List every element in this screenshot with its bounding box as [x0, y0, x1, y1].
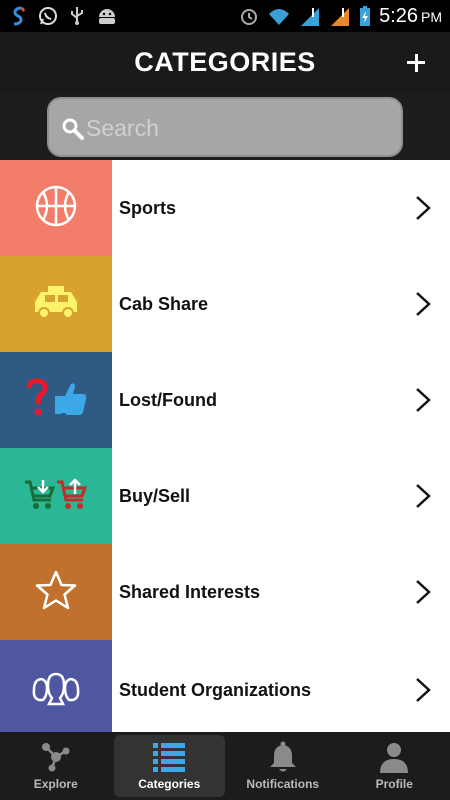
chevron-right-icon	[415, 387, 431, 418]
chevron-right-icon	[415, 195, 431, 226]
basketball-icon	[34, 184, 78, 233]
status-right-icons: 5:26 PM	[239, 3, 442, 29]
category-tile	[0, 160, 112, 256]
search-area	[0, 94, 450, 160]
header: CATEGORIES	[0, 32, 450, 94]
search-input[interactable]	[86, 112, 386, 144]
category-row-sports[interactable]: Sports	[0, 160, 450, 256]
nav-categories[interactable]: Categories	[113, 735, 225, 797]
nav-label: Explore	[33, 777, 78, 791]
category-label: Lost/Found	[119, 389, 217, 410]
nav-label: Categories	[138, 777, 201, 791]
category-row-student-organizations[interactable]: Student Organizations	[0, 640, 450, 732]
search-icon	[61, 117, 85, 146]
category-label: Shared Interests	[119, 581, 261, 602]
star-icon	[34, 569, 78, 616]
people-group-icon	[30, 670, 82, 711]
alarm-icon	[239, 6, 259, 26]
category-row-lost-found[interactable]: Lost/Found	[0, 352, 450, 448]
network-icon	[40, 741, 72, 776]
category-list: Sports Cab Share Lost/Found Buy/Sell Sha…	[0, 160, 450, 732]
chevron-right-icon	[415, 291, 431, 322]
category-row-cab-share[interactable]: Cab Share	[0, 256, 450, 352]
usb-icon	[70, 6, 84, 26]
page-title: CATEGORIES	[134, 47, 316, 77]
list-icon	[152, 741, 186, 776]
category-label: Cab Share	[119, 293, 209, 314]
whatsapp-icon	[38, 6, 58, 26]
bottom-nav: Explore Categories Notifications Profile	[0, 732, 450, 800]
chevron-right-icon	[415, 483, 431, 514]
app-icon	[10, 6, 26, 26]
nav-profile[interactable]: Profile	[339, 732, 450, 800]
nav-label: Profile	[375, 777, 413, 791]
category-row-shared-interests[interactable]: Shared Interests	[0, 544, 450, 640]
chevron-right-icon	[415, 677, 431, 708]
category-tile	[0, 256, 112, 352]
chevron-right-icon	[415, 579, 431, 610]
bell-icon	[268, 741, 298, 776]
nav-notifications[interactable]: Notifications	[227, 732, 339, 800]
status-left-icons	[10, 4, 118, 28]
nav-explore[interactable]: Explore	[0, 732, 112, 800]
taxi-icon	[31, 284, 81, 325]
person-icon	[378, 741, 410, 776]
signal-icon	[329, 5, 351, 27]
category-label: Sports	[119, 197, 177, 218]
wifi-icon	[267, 6, 291, 26]
status-bar: 5:26 PM	[0, 0, 450, 32]
android-icon	[96, 6, 118, 26]
status-time: 5:26 PM	[379, 4, 442, 27]
nav-label: Notifications	[246, 777, 320, 791]
battery-charging-icon	[359, 5, 371, 27]
category-tile	[0, 544, 112, 640]
category-label: Buy/Sell	[119, 485, 191, 506]
category-label: Student Organizations	[119, 679, 312, 700]
category-tile	[0, 352, 112, 448]
add-category-button[interactable]	[400, 46, 432, 78]
category-tile	[0, 448, 112, 544]
category-row-buy-sell[interactable]: Buy/Sell	[0, 448, 450, 544]
question-thumbs-up-icon	[23, 377, 89, 423]
search-box[interactable]	[47, 97, 403, 157]
category-tile	[0, 640, 112, 732]
signal-icon	[299, 5, 321, 27]
shopping-carts-icon	[23, 476, 89, 517]
